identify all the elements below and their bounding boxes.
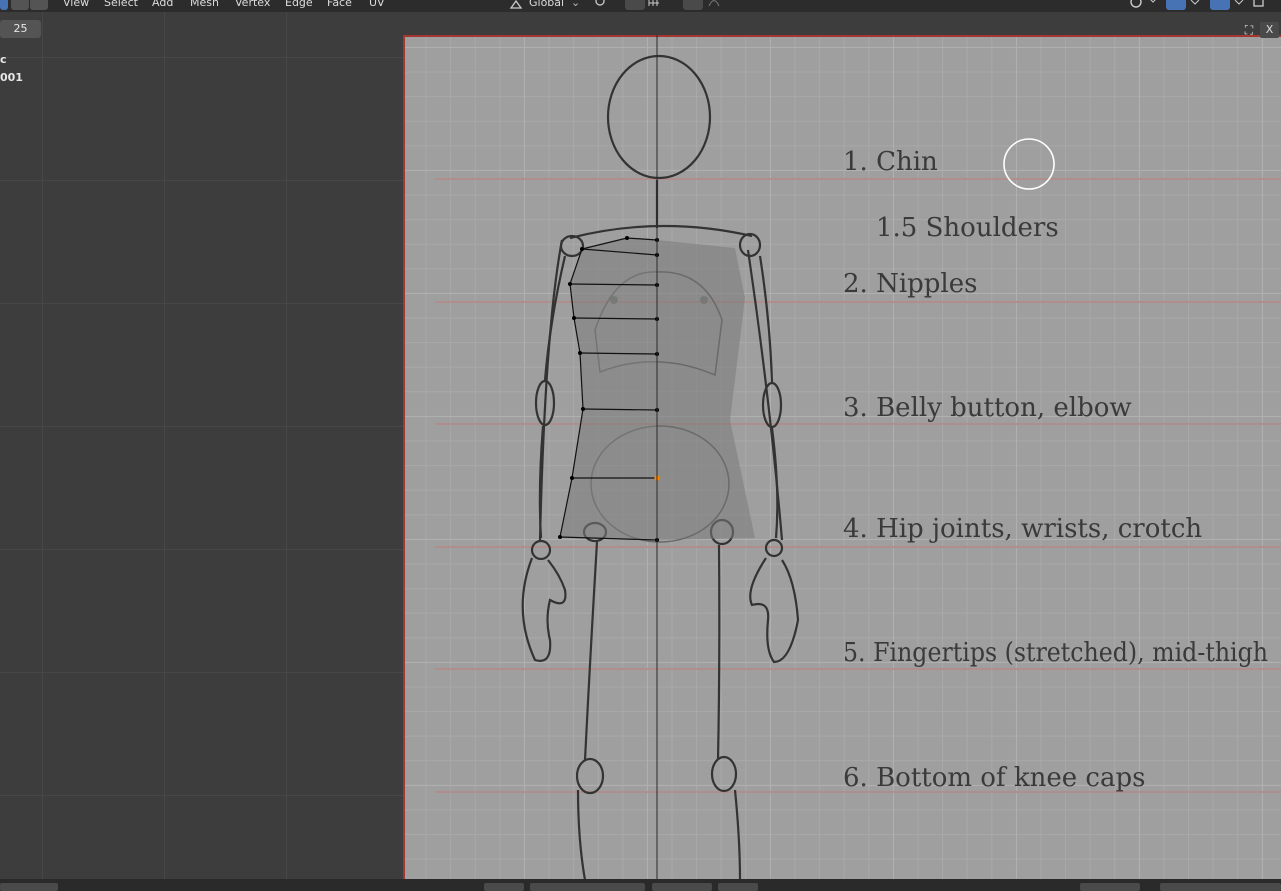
orientation-icon (509, 0, 523, 9)
head-sketch (606, 54, 712, 180)
snap-target-icon[interactable] (648, 0, 662, 9)
right-shoulder-joint (738, 232, 762, 258)
menu-edge[interactable]: Edge (285, 0, 313, 9)
left-thigh (583, 541, 599, 761)
label-chin: 1. Chin (843, 147, 938, 177)
select-mode-edge-icon[interactable] (11, 0, 29, 10)
left-shoulder-joint (559, 234, 585, 258)
left-knee (575, 757, 605, 795)
edited-mesh-face[interactable] (560, 238, 657, 540)
menu-add[interactable]: Add (152, 0, 173, 9)
close-gizmo-button[interactable]: X (1260, 22, 1279, 38)
label-shoulders: 1.5 Shoulders (876, 213, 1059, 243)
editor-header: View Select Add Mesh Vertex Edge Face UV… (0, 0, 1281, 12)
falloff-icon[interactable] (708, 0, 722, 9)
menu-mesh[interactable]: Mesh (190, 0, 219, 9)
xray-toggle-icon[interactable] (1166, 0, 1186, 10)
status-info-block (1160, 883, 1281, 891)
select-mode-vertex-icon[interactable] (0, 0, 8, 10)
menu-view[interactable]: View (63, 0, 89, 9)
label-belly-button: 3. Belly button, elbow (843, 393, 1132, 423)
menu-vertex[interactable]: Vertex (235, 0, 270, 9)
right-knee (710, 755, 738, 793)
keying-controls[interactable] (718, 883, 758, 891)
snap-toggle-icon[interactable] (625, 0, 645, 10)
label-fingertips: 5. Fingertips (stretched), mid-thigh (843, 638, 1268, 668)
right-thigh (716, 544, 721, 761)
chevron-down-icon[interactable] (1232, 0, 1246, 9)
current-frame-field[interactable] (652, 883, 712, 891)
right-shin (733, 789, 742, 879)
proportional-edit-icon[interactable] (683, 0, 703, 10)
shoulder-line-sketch (569, 224, 753, 240)
orientation-label: Global (529, 0, 565, 9)
menu-uv[interactable]: UV (369, 0, 385, 9)
navigate-gizmo-icon[interactable]: ⛶ (1240, 22, 1258, 38)
brush-cursor-icon (1003, 138, 1055, 190)
status-bar (0, 879, 1281, 891)
menu-select[interactable]: Select (104, 0, 138, 9)
pivot-point-icon[interactable] (593, 0, 607, 9)
right-upper-arm (758, 255, 774, 383)
menu-face[interactable]: Face (327, 0, 352, 9)
left-shin (576, 789, 586, 879)
left-wrist (530, 539, 552, 561)
overlays-toggle-icon[interactable] (1210, 0, 1230, 10)
label-knee-caps: 6. Bottom of knee caps (843, 763, 1145, 793)
select-mode-face-icon[interactable] (30, 0, 48, 10)
status-right-block (1080, 883, 1140, 891)
playback-controls[interactable] (484, 883, 524, 891)
left-hand (521, 557, 567, 662)
label-hip-joints: 4. Hip joints, wrists, crotch (843, 514, 1202, 544)
playback-jump-controls[interactable] (530, 883, 645, 891)
overlay-gizmo-icon[interactable] (1128, 0, 1160, 9)
reference-drawing: 1. Chin 1.5 Shoulders 2. Nipples 3. Bell… (435, 35, 1281, 879)
chevron-down-icon[interactable] (1188, 0, 1202, 9)
shading-mode-icon[interactable] (1252, 0, 1266, 9)
status-left-block (0, 883, 58, 891)
3d-viewport[interactable]: 25 c 001 1. Chin 1.5 Shoulders 2. Nipple… (0, 12, 1281, 879)
mirrored-mesh-half (657, 240, 755, 540)
chevron-down-icon: ⌄ (571, 0, 581, 9)
right-hand (749, 557, 800, 664)
label-nipples: 2. Nipples (843, 269, 977, 299)
transform-orientation-dropdown[interactable]: Global ⌄ (507, 0, 581, 10)
